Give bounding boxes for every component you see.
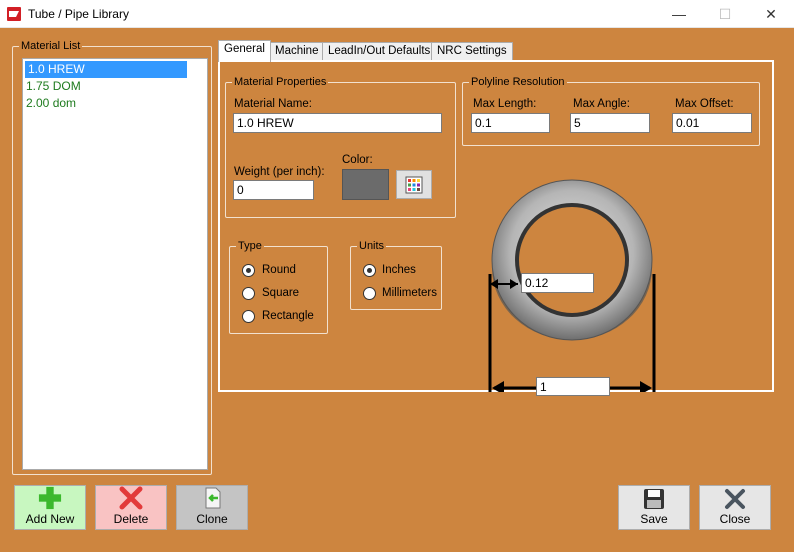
- units-inches-radio[interactable]: [363, 264, 376, 277]
- type-square-radio[interactable]: [242, 287, 255, 300]
- max-angle-input[interactable]: 5: [570, 113, 650, 133]
- material-name-input[interactable]: 1.0 HREW: [233, 113, 442, 133]
- floppy-disk-icon: [644, 489, 664, 509]
- color-swatch[interactable]: [342, 169, 389, 200]
- max-offset-label: Max Offset:: [675, 98, 734, 110]
- material-name-label: Material Name:: [234, 98, 312, 110]
- list-item[interactable]: 2.00 dom: [23, 95, 207, 112]
- max-angle-label: Max Angle:: [573, 98, 630, 110]
- type-square-label[interactable]: Square: [262, 287, 299, 299]
- weight-label: Weight (per inch):: [234, 166, 325, 178]
- material-properties-legend: Material Properties: [234, 76, 327, 88]
- polyline-resolution-group: Polyline Resolution: [462, 76, 760, 146]
- app-logo-icon: [7, 7, 21, 21]
- minimize-button[interactable]: —: [656, 0, 702, 28]
- outer-diameter-input[interactable]: 1: [536, 377, 610, 396]
- material-list-legend: Material List: [21, 40, 81, 52]
- polyline-resolution-legend: Polyline Resolution: [471, 76, 565, 88]
- save-label: Save: [640, 512, 668, 526]
- title-bar: Tube / Pipe Library — ☐ ✕: [0, 0, 794, 28]
- tab-leadin-out-defaults[interactable]: LeadIn/Out Defaults: [322, 42, 437, 61]
- list-item[interactable]: 1.75 DOM: [23, 78, 207, 95]
- dialog-body: Material List 1.0 HREW 1.75 DOM 2.00 dom…: [0, 28, 794, 552]
- close-button[interactable]: Close: [699, 485, 771, 530]
- units-millimeters-label[interactable]: Millimeters: [382, 287, 437, 299]
- close-label: Close: [719, 512, 751, 526]
- clone-label: Clone: [196, 512, 228, 526]
- clone-document-icon: [205, 487, 221, 509]
- close-x-icon: [725, 489, 745, 509]
- save-button[interactable]: Save: [618, 485, 690, 530]
- tube-inner-hole: [515, 203, 629, 317]
- tab-machine[interactable]: Machine: [269, 42, 325, 61]
- units-legend: Units: [359, 240, 385, 252]
- add-new-label: Add New: [25, 512, 75, 526]
- type-rectangle-label[interactable]: Rectangle: [262, 310, 314, 322]
- close-window-button[interactable]: ✕: [748, 0, 794, 28]
- color-label: Color:: [342, 154, 373, 166]
- type-legend: Type: [238, 240, 262, 252]
- wall-thickness-input[interactable]: 0.12: [521, 273, 594, 293]
- color-palette-icon: [405, 176, 423, 193]
- material-listbox[interactable]: 1.0 HREW 1.75 DOM 2.00 dom: [22, 58, 208, 470]
- plus-icon: [38, 486, 62, 510]
- red-x-icon: [119, 486, 143, 510]
- color-picker-button[interactable]: [396, 170, 432, 199]
- units-inches-label[interactable]: Inches: [382, 264, 416, 276]
- max-offset-input[interactable]: 0.01: [672, 113, 752, 133]
- tab-nrc-settings[interactable]: NRC Settings: [431, 42, 513, 61]
- type-round-label[interactable]: Round: [262, 264, 296, 276]
- clone-button[interactable]: Clone: [176, 485, 248, 530]
- type-round-radio[interactable]: [242, 264, 255, 277]
- max-length-input[interactable]: 0.1: [471, 113, 550, 133]
- general-tab-panel: Material Properties Material Name: 1.0 H…: [218, 60, 774, 396]
- delete-label: Delete: [113, 512, 149, 526]
- delete-button[interactable]: Delete: [95, 485, 167, 530]
- units-millimeters-radio[interactable]: [363, 287, 376, 300]
- maximize-button[interactable]: ☐: [702, 0, 748, 28]
- type-rectangle-radio[interactable]: [242, 310, 255, 323]
- tab-general[interactable]: General: [218, 40, 271, 62]
- max-length-label: Max Length:: [473, 98, 537, 110]
- window-title: Tube / Pipe Library: [28, 7, 129, 21]
- weight-input[interactable]: 0: [233, 180, 314, 200]
- add-new-button[interactable]: Add New: [14, 485, 86, 530]
- list-item[interactable]: 1.0 HREW: [25, 61, 187, 78]
